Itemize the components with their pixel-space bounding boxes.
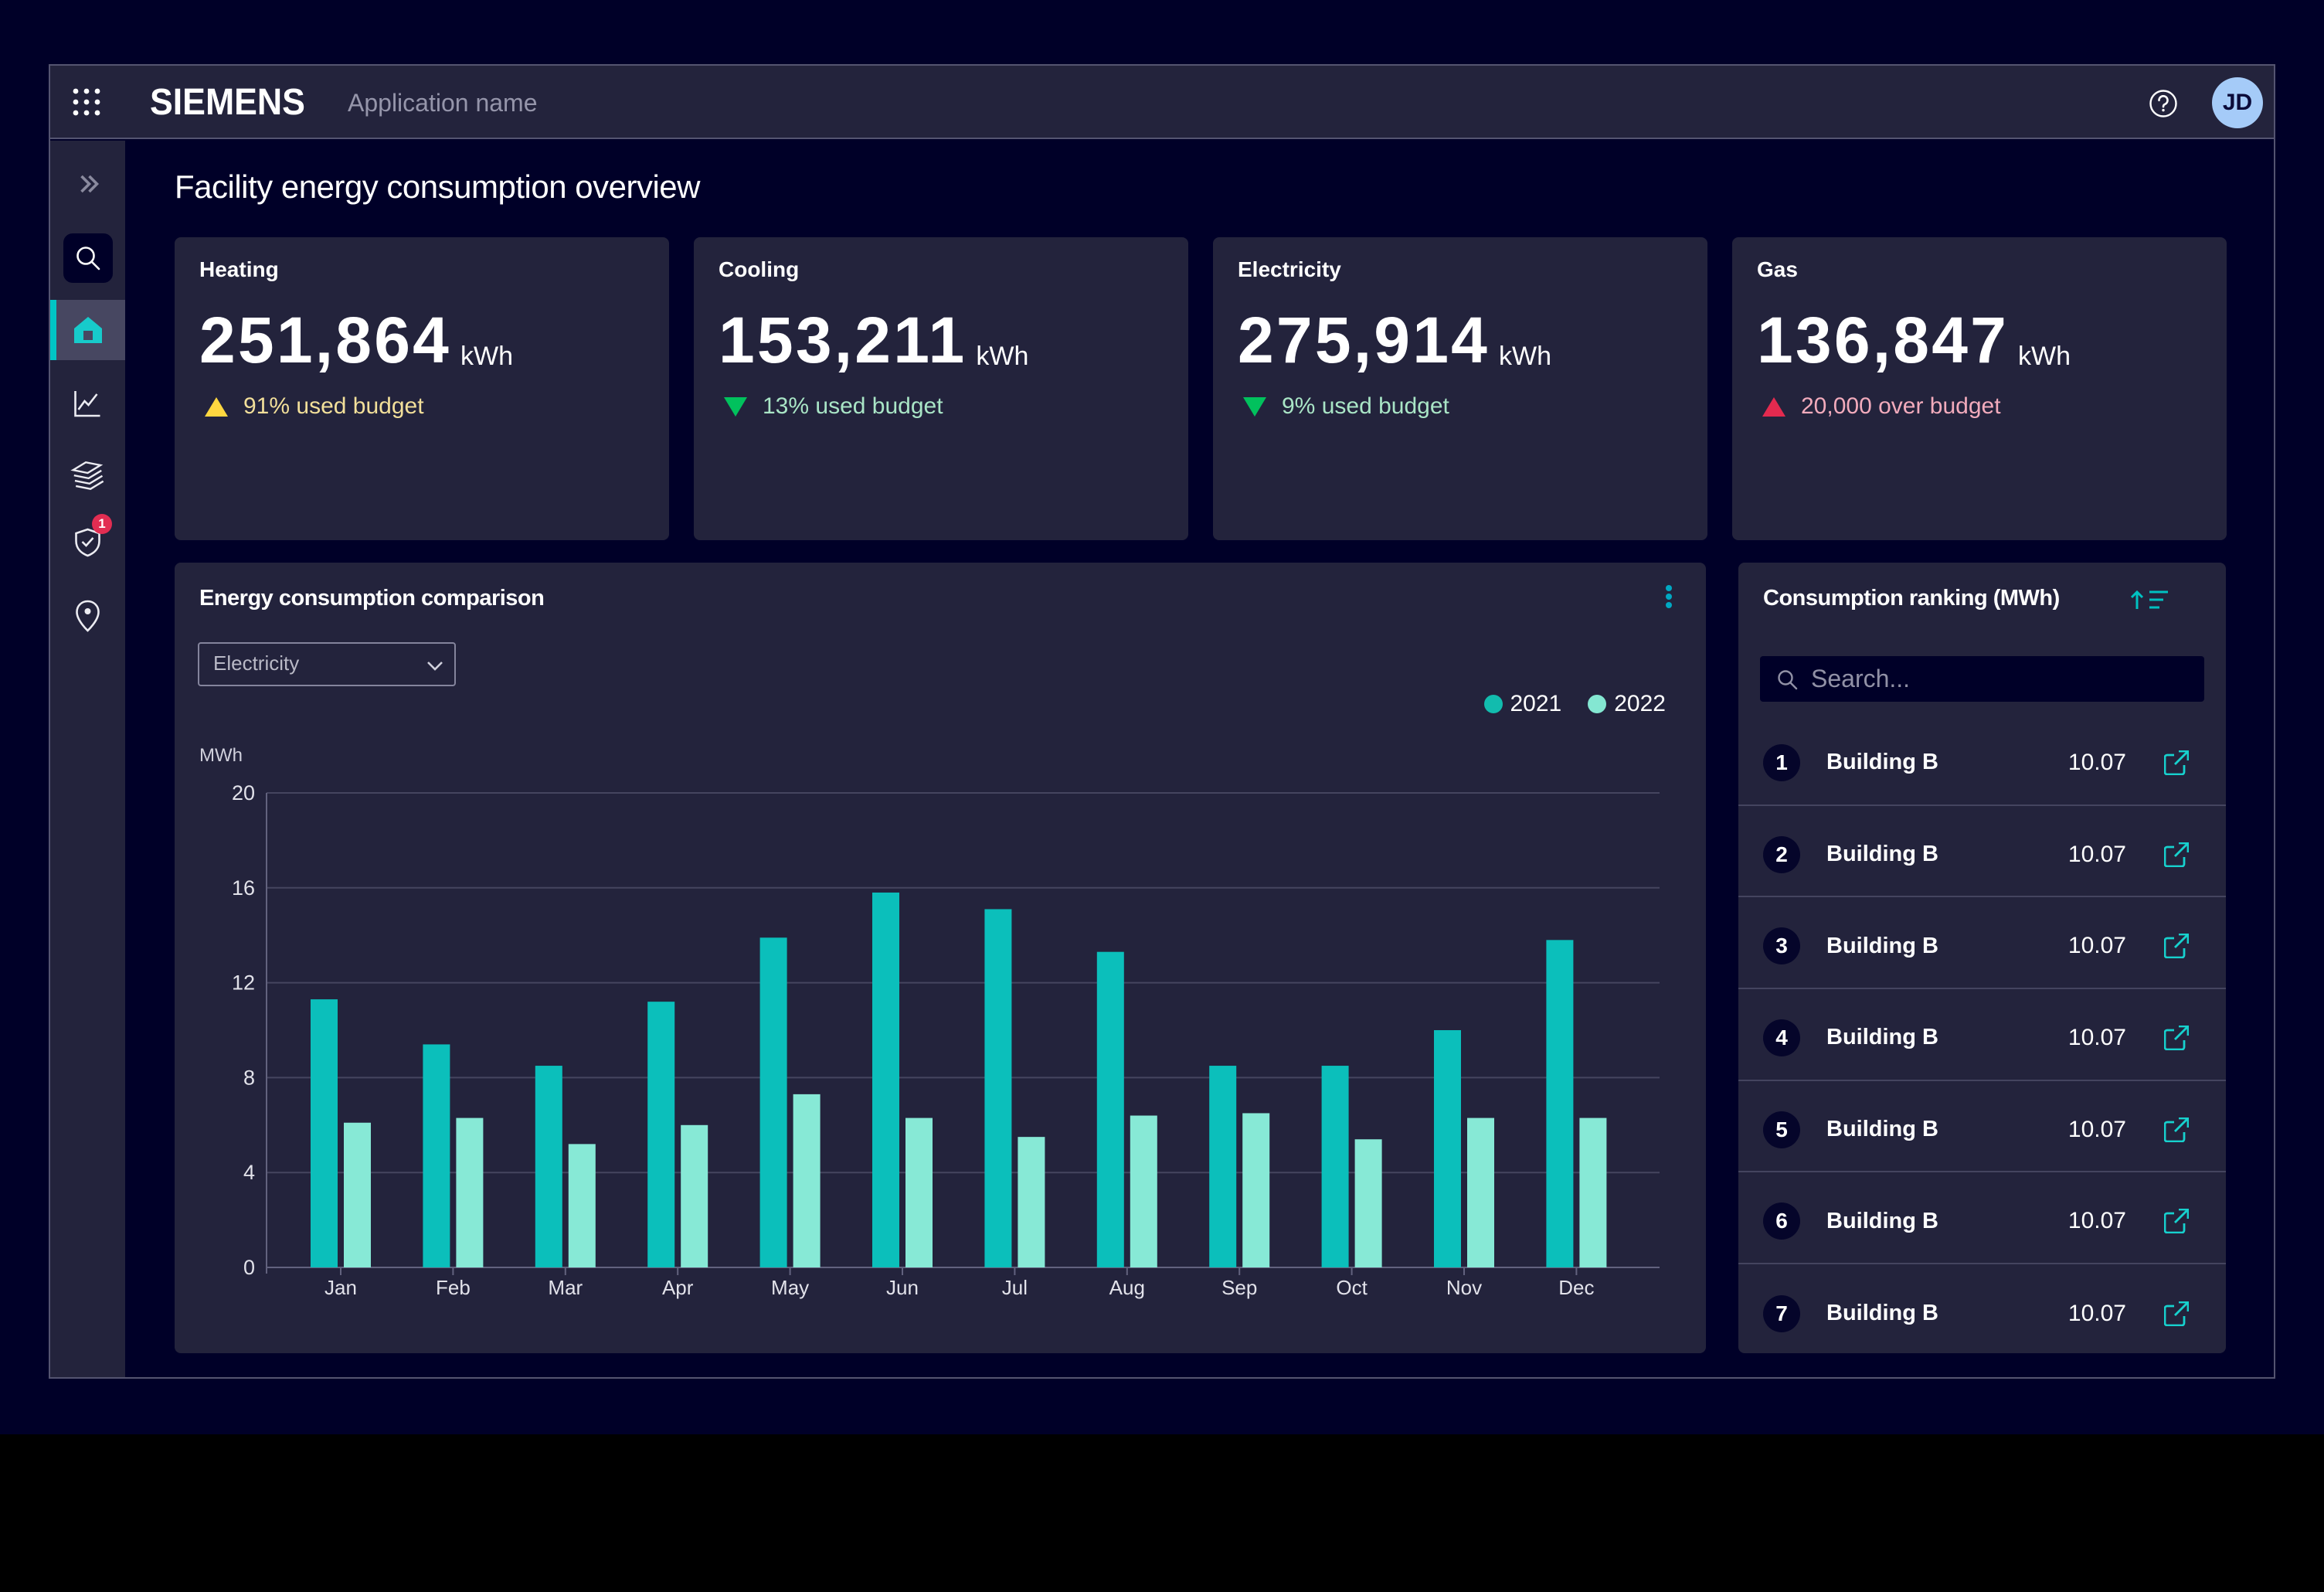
svg-text:8: 8 — [243, 1066, 255, 1089]
svg-text:May: May — [771, 1276, 809, 1299]
svg-text:Nov: Nov — [1446, 1276, 1482, 1299]
svg-text:0: 0 — [243, 1256, 255, 1279]
svg-text:Sep: Sep — [1221, 1276, 1257, 1299]
svg-text:16: 16 — [232, 876, 255, 900]
svg-text:12: 12 — [232, 971, 255, 995]
svg-text:Dec: Dec — [1558, 1276, 1594, 1299]
svg-text:20: 20 — [232, 781, 255, 805]
svg-text:Mar: Mar — [548, 1276, 583, 1299]
svg-text:Jul: Jul — [1002, 1276, 1028, 1299]
svg-text:Jun: Jun — [886, 1276, 919, 1299]
svg-text:4: 4 — [243, 1161, 255, 1184]
svg-text:Jan: Jan — [324, 1276, 357, 1299]
svg-text:Apr: Apr — [662, 1276, 694, 1299]
svg-text:MWh: MWh — [199, 745, 243, 766]
svg-text:Oct: Oct — [1336, 1276, 1368, 1299]
svg-text:Feb: Feb — [436, 1276, 471, 1299]
svg-text:Aug: Aug — [1109, 1276, 1145, 1299]
